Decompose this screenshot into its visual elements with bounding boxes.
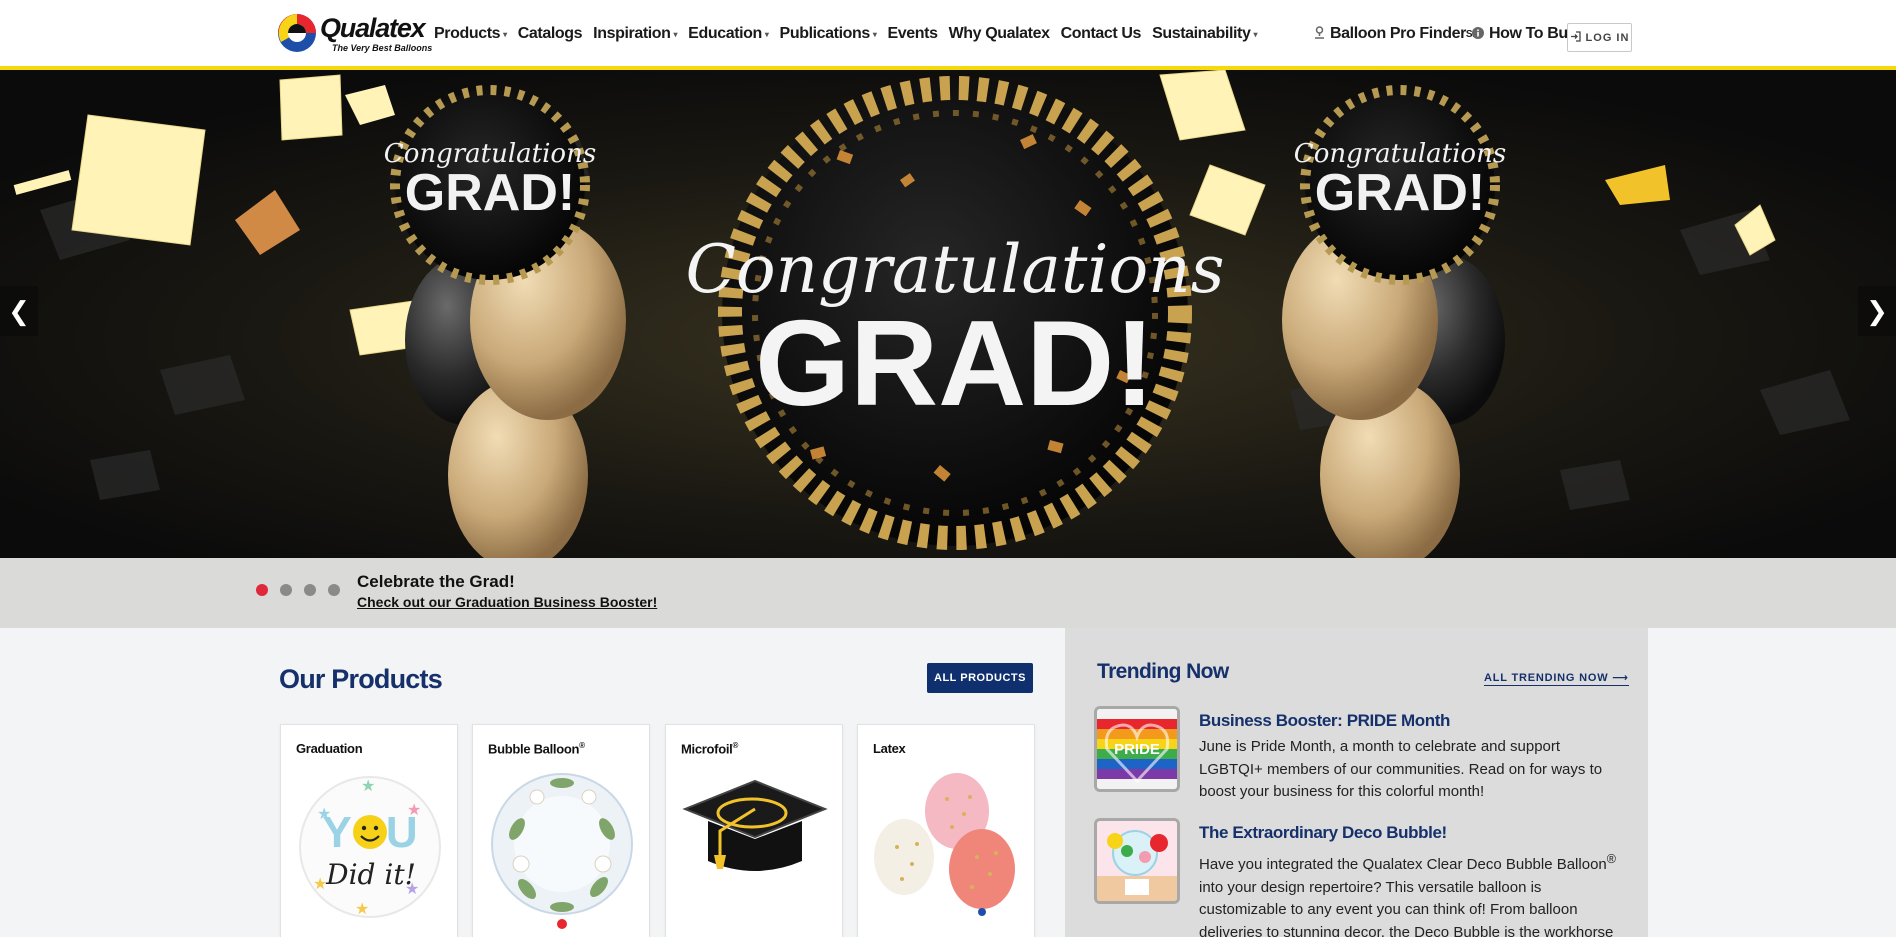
product-card-label: Bubble Balloon®	[488, 741, 585, 757]
nav-label: Education	[688, 25, 762, 42]
login-label: LOG IN	[1585, 31, 1630, 44]
nav-label: Catalogs	[517, 25, 583, 42]
article-excerpt: June is Pride Month, a month to celebrat…	[1199, 738, 1603, 800]
carousel-dot-1[interactable]	[256, 584, 268, 596]
nav-contact-us[interactable]: Contact Us	[1060, 25, 1142, 43]
nav-products[interactable]: Products ▾	[434, 25, 507, 43]
chevron-down-icon: ▾	[673, 29, 678, 39]
chevron-down-icon: ▾	[764, 29, 769, 39]
main-nav: Products ▾ Catalogs Inspiration ▾ Educat…	[434, 25, 1268, 43]
carousel-next-button[interactable]: ❯	[1858, 286, 1896, 336]
nav-inspiration[interactable]: Inspiration ▾	[593, 25, 677, 43]
chevron-down-icon: ▾	[1253, 29, 1258, 39]
nav-label: Sustainability	[1152, 25, 1251, 42]
grad-cap-balloon-image	[682, 779, 828, 871]
site-header: Qualatex The Very Best Balloons Products…	[0, 0, 1896, 70]
user-pin-icon	[1314, 26, 1325, 42]
did-it-script: Did it!	[325, 858, 416, 891]
pro-finder-label: Balloon Pro Finder	[1330, 25, 1466, 42]
qualatex-logo[interactable]: Qualatex The Very Best Balloons	[276, 12, 432, 56]
pride-heart-balloon-image: PRIDE	[1097, 709, 1177, 789]
product-card-microfoil[interactable]: Microfoil®	[665, 724, 843, 937]
product-card-label: Microfoil®	[681, 741, 739, 757]
how-to-buy-label: How To Buy	[1489, 25, 1577, 42]
nav-label: Inspiration	[593, 25, 671, 42]
nav-label: Why Qualatex	[948, 25, 1050, 42]
carousel-caption-link[interactable]: Check out our Graduation Business Booste…	[357, 594, 657, 610]
article-title[interactable]: Business Booster: PRIDE Month	[1199, 711, 1450, 731]
carousel-prev-button[interactable]: ❮	[0, 286, 38, 336]
brand-tagline: The Very Best Balloons	[332, 43, 433, 53]
carousel-dot-2[interactable]	[280, 584, 292, 596]
product-card-label: Graduation	[296, 741, 363, 756]
nav-label: Contact Us	[1060, 25, 1142, 42]
latex-balloons-image	[874, 773, 1015, 916]
main-balloon-headline: GRAD!	[755, 295, 1155, 431]
section-title-products: Our Products	[279, 664, 443, 694]
article-excerpt: Have you integrated the Qualatex Clear D…	[1199, 852, 1616, 937]
balloon-pro-finder-link[interactable]: Balloon Pro FinderSM	[1314, 25, 1481, 43]
carousel-caption-title: Celebrate the Grad!	[357, 572, 515, 591]
carousel-dot-3[interactable]	[304, 584, 316, 596]
nav-education[interactable]: Education ▾	[688, 25, 769, 43]
carousel-dots	[256, 584, 340, 596]
nav-catalogs[interactable]: Catalogs	[517, 25, 583, 43]
nav-events[interactable]: Events	[888, 25, 938, 43]
chevron-down-icon: ▾	[503, 29, 507, 39]
rainbow-balloon-icon	[278, 14, 316, 52]
nav-sustainability[interactable]: Sustainability ▾	[1152, 25, 1257, 43]
article-title[interactable]: The Extraordinary Deco Bubble!	[1199, 823, 1447, 843]
nav-label: Publications	[779, 25, 871, 42]
side-balloon-headline: GRAD!	[1315, 164, 1485, 222]
nav-publications[interactable]: Publications ▾	[780, 25, 877, 43]
brand-name: Qualatex	[320, 13, 426, 43]
nav-why-qualatex[interactable]: Why Qualatex	[949, 25, 1050, 43]
nav-label: Products	[434, 25, 501, 42]
graduation-balloons-slide: Congratulations GRAD! Congratulations GR…	[0, 70, 1896, 558]
product-card-bubble-balloon[interactable]: Bubble Balloon®	[472, 724, 650, 937]
info-icon	[1472, 26, 1484, 42]
login-button[interactable]: LOG IN	[1567, 23, 1632, 52]
nav-label: Events	[887, 25, 938, 42]
article-thumbnail-deco-bubble[interactable]	[1094, 818, 1180, 904]
product-card-graduation[interactable]: Graduation ★ ★ ★ ★ ★ ★ YOU Did it!	[280, 724, 458, 937]
product-card-label: Latex	[873, 741, 906, 756]
chevron-left-icon: ❮	[8, 295, 30, 326]
side-balloon-headline: GRAD!	[405, 164, 575, 222]
svg-text:★: ★	[361, 778, 375, 795]
you-did-it-balloon-image: ★ ★ ★ ★ ★ ★ YOU Did it!	[299, 776, 441, 918]
hero-carousel: Congratulations GRAD! Congratulations GR…	[0, 70, 1896, 558]
pride-thumb-text: PRIDE	[1114, 741, 1160, 758]
carousel-dot-4[interactable]	[328, 584, 340, 596]
chevron-down-icon: ▾	[872, 29, 877, 39]
chevron-right-icon: ❯	[1866, 295, 1888, 326]
floral-bubble-balloon-image	[491, 773, 633, 929]
svg-text:★: ★	[355, 901, 369, 918]
product-card-latex[interactable]: Latex	[857, 724, 1035, 937]
all-products-button[interactable]: ALL PRODUCTS	[927, 663, 1033, 693]
article-thumbnail-pride[interactable]: PRIDE	[1094, 706, 1180, 792]
deco-bubble-scene-image	[1097, 821, 1177, 901]
section-title-trending: Trending Now	[1097, 660, 1229, 683]
how-to-buy-link[interactable]: How To Buy	[1472, 25, 1577, 43]
sign-in-icon	[1570, 30, 1581, 45]
all-trending-link[interactable]: ALL TRENDING NOW ⟶	[1484, 671, 1629, 686]
